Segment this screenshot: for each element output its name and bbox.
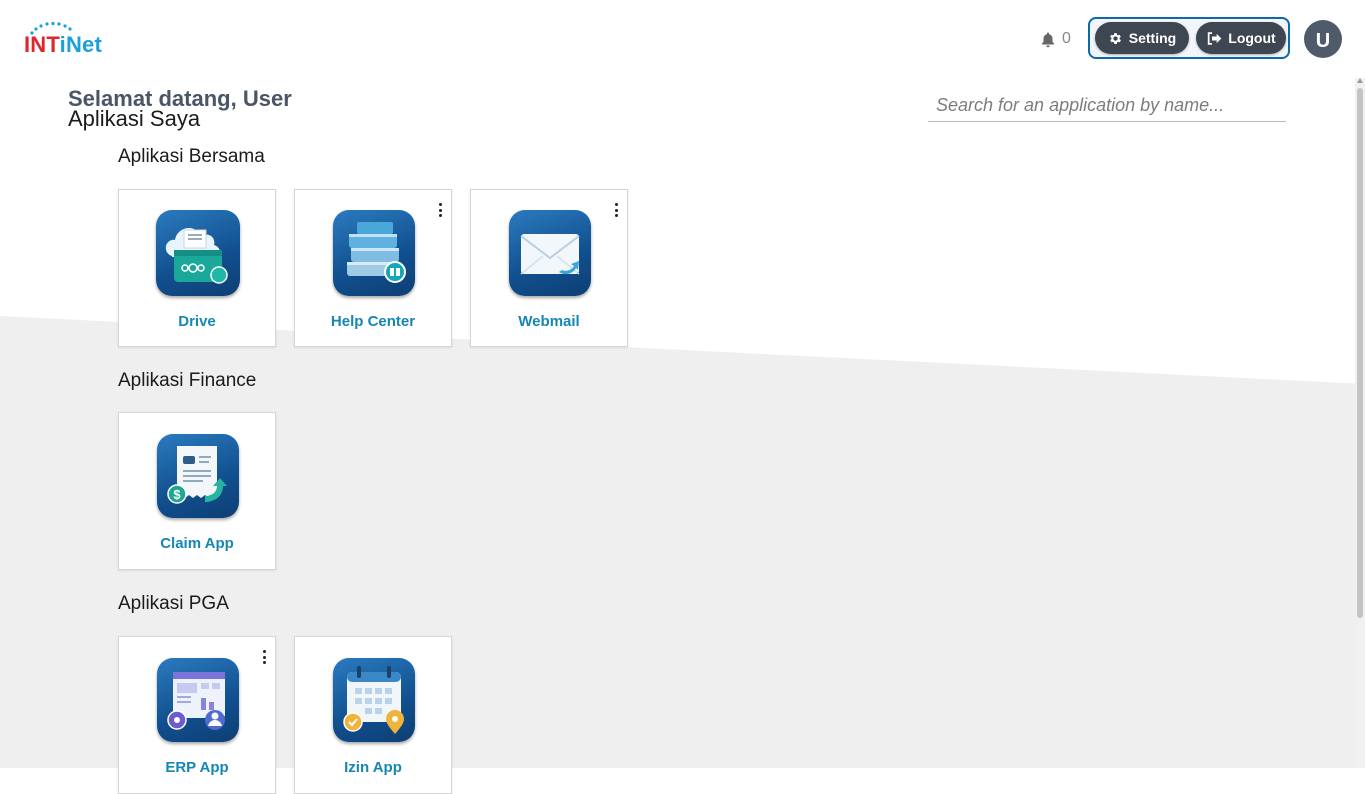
setting-label: Setting <box>1128 30 1177 46</box>
app-label: Drive <box>178 313 216 330</box>
notification-count: 0 <box>1062 30 1071 47</box>
app-options-icon[interactable] <box>437 203 443 217</box>
app-label: Claim App <box>160 535 234 552</box>
app-label: Webmail <box>518 313 580 330</box>
setting-button[interactable]: Setting <box>1095 22 1189 54</box>
app-card-izin[interactable]: Izin App <box>294 636 452 794</box>
notification-button[interactable]: 0 <box>1040 28 1071 50</box>
intinet-logo[interactable]: INTiNet <box>22 20 122 60</box>
app-options-icon[interactable] <box>613 203 619 217</box>
app-card-erp[interactable]: ERP App <box>118 636 276 794</box>
logout-button[interactable]: Logout <box>1196 22 1286 54</box>
section-title-aplikasi-bersama: Aplikasi Bersama <box>118 146 265 167</box>
logout-label: Logout <box>1228 30 1276 46</box>
help-center-icon <box>333 210 415 296</box>
page-scrollbar[interactable] <box>1355 78 1365 768</box>
top-bar: INTiNet 0 Setting Logout U <box>0 0 1365 78</box>
app-card-drive[interactable]: Drive <box>118 189 276 347</box>
app-label: Help Center <box>330 313 416 330</box>
claim-icon: $ <box>157 434 239 518</box>
calendar-icon <box>333 658 415 742</box>
erp-icon <box>157 658 239 742</box>
logo-accent-text: iNet <box>59 32 103 57</box>
scroll-up-arrow-icon[interactable] <box>1357 78 1363 83</box>
app-search-input[interactable] <box>928 90 1286 122</box>
app-card-claim[interactable]: $ Claim App <box>118 412 276 570</box>
app-card-help-center[interactable]: Help Center <box>294 189 452 347</box>
section-title-aplikasi-finance: Aplikasi Finance <box>118 370 257 391</box>
logo-main-text: INT <box>24 32 60 57</box>
logo-wordmark: INTiNet <box>24 32 102 58</box>
avatar-initial: U <box>1315 30 1331 52</box>
svg-text:$: $ <box>173 487 181 502</box>
section-title-aplikasi-pga: Aplikasi PGA <box>118 593 229 614</box>
drive-icon <box>156 210 240 296</box>
account-button-group: Setting Logout <box>1088 17 1290 59</box>
sign-out-icon <box>1208 31 1222 45</box>
app-card-webmail[interactable]: Webmail <box>470 189 628 347</box>
bell-icon <box>1042 32 1054 47</box>
page-title: Aplikasi Saya <box>68 106 201 131</box>
mail-icon <box>509 210 591 296</box>
scrollbar-thumb[interactable] <box>1357 88 1363 618</box>
user-avatar[interactable]: U <box>1304 20 1342 58</box>
gear-icon <box>1109 32 1121 44</box>
app-options-icon[interactable] <box>261 650 267 664</box>
